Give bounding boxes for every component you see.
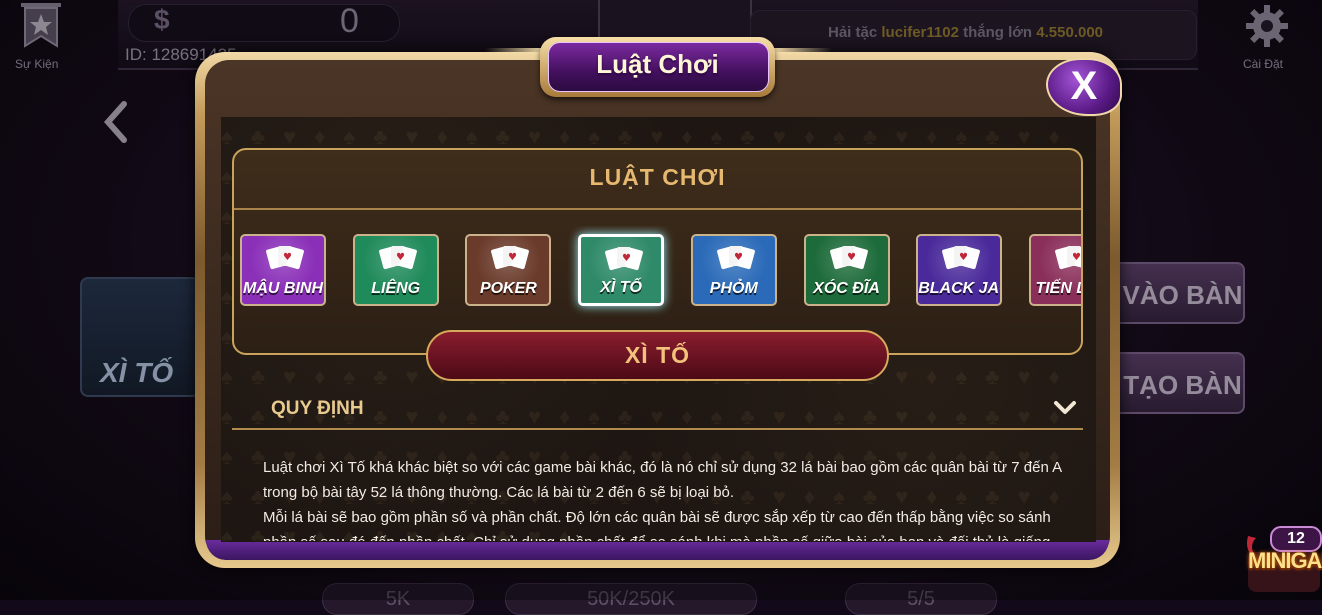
playing-cards-icon: ♥ bbox=[605, 247, 643, 271]
game-tile-label: XÌ TỐ bbox=[600, 279, 642, 296]
game-tile-label: TIẾN LÊN bbox=[1035, 280, 1081, 297]
game-tile[interactable]: ♥ XÓC ĐĨA bbox=[803, 234, 890, 306]
svg-text:♥: ♥ bbox=[847, 252, 856, 263]
playing-cards-icon: ♥ bbox=[491, 246, 530, 270]
svg-text:♥: ♥ bbox=[283, 252, 292, 263]
game-selector-strip[interactable]: ♥ MẬU BINH ♥ LIÊNG ♥ POKER ♥ XÌ TỐ ♥ PHỎM ♥ XÓC ĐĨA… bbox=[234, 226, 1081, 318]
playing-cards-icon: ♥ bbox=[266, 246, 304, 270]
svg-text:♥: ♥ bbox=[622, 253, 631, 264]
game-tile[interactable]: ♥ TIẾN LÊN bbox=[1028, 234, 1081, 306]
playing-cards-icon: ♥ bbox=[942, 246, 981, 270]
rules-text[interactable]: Luật chơi Xì Tố khá khác biệt so với các… bbox=[263, 455, 1087, 541]
chevron-down-icon[interactable] bbox=[1053, 400, 1077, 416]
title-wing-right bbox=[772, 48, 832, 54]
minigame-label[interactable]: MINIGAM bbox=[1248, 548, 1322, 574]
rules-paragraph: Mỗi lá bài sẽ bao gồm phần số và phần ch… bbox=[263, 509, 1051, 541]
modal-title: Luật Chơi bbox=[596, 49, 719, 79]
game-tile[interactable]: ♥ XÌ TỐ bbox=[578, 234, 665, 306]
game-tile-label: LIÊNG bbox=[371, 280, 421, 297]
game-tile[interactable]: ♥ POKER bbox=[465, 234, 552, 306]
playing-cards-icon: ♥ bbox=[1054, 246, 1081, 270]
selected-game-banner: XÌ TỐ bbox=[426, 330, 889, 381]
game-tile[interactable]: ♥ BLACK JACK bbox=[916, 234, 1003, 306]
game-tile[interactable]: ♥ PHỎM bbox=[690, 234, 777, 306]
game-tile-label: PHỎM bbox=[709, 280, 758, 297]
svg-text:♥: ♥ bbox=[1072, 252, 1081, 263]
modal-bottom-trim bbox=[206, 540, 1109, 560]
rules-paragraph: Luật chơi Xì Tố khá khác biệt so với các… bbox=[263, 459, 1062, 501]
rules-divider bbox=[232, 428, 1083, 430]
svg-text:♥: ♥ bbox=[508, 252, 517, 263]
svg-text:♥: ♥ bbox=[959, 252, 968, 263]
svg-text:♥: ♥ bbox=[396, 252, 405, 263]
game-tile[interactable]: ♥ MẬU BINH bbox=[240, 234, 326, 306]
game-tile[interactable]: ♥ LIÊNG bbox=[352, 234, 439, 306]
svg-text:♥: ♥ bbox=[734, 252, 743, 263]
playing-cards-icon: ♥ bbox=[378, 246, 417, 270]
panel-divider bbox=[234, 208, 1081, 210]
playing-cards-icon: ♥ bbox=[716, 246, 755, 270]
game-tile-label: MẬU BINH bbox=[243, 280, 323, 297]
game-tile-label: POKER bbox=[479, 280, 537, 297]
panel-title: LUẬT CHƠI bbox=[589, 164, 726, 190]
playing-cards-icon: ♥ bbox=[829, 246, 868, 270]
game-tile-label: BLACK JACK bbox=[918, 280, 1000, 297]
game-tile-label: XÓC ĐĨA bbox=[813, 280, 880, 297]
rules-heading[interactable]: QUY ĐỊNH bbox=[271, 398, 364, 420]
title-wing-left bbox=[485, 48, 545, 54]
